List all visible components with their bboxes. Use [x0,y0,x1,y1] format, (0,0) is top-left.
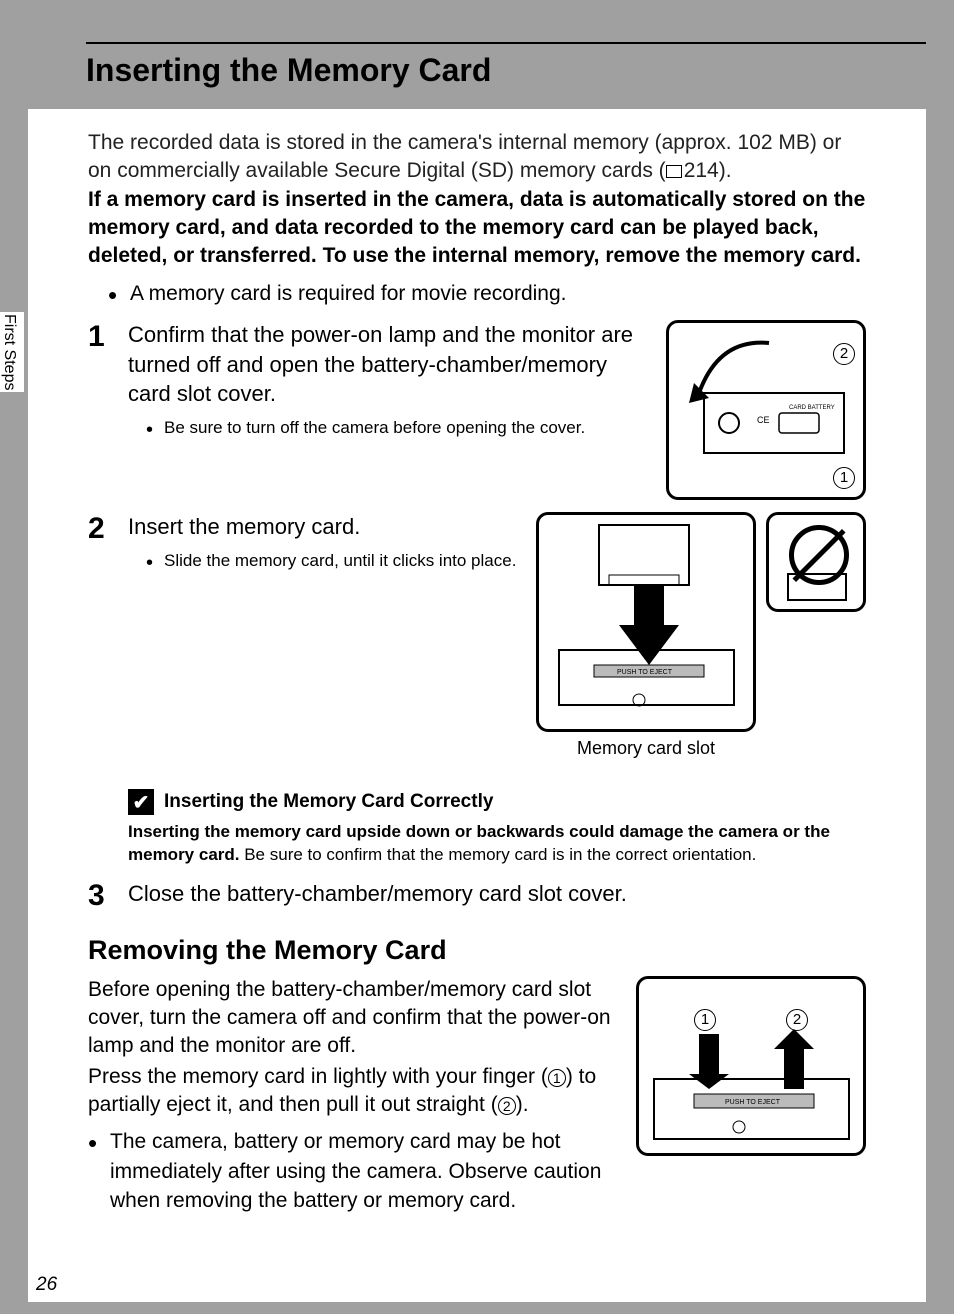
step-number: 2 [88,514,128,544]
intro-bullet-item: A memory card is required for movie reco… [108,279,866,308]
intro-bullet-list: A memory card is required for movie reco… [108,279,866,308]
step-3-title: Close the battery-chamber/memory card sl… [128,879,866,909]
caution-icon: ✔ [128,789,154,815]
step-number: 3 [88,881,128,911]
page-number: 26 [36,1274,57,1296]
step-number: 1 [88,322,128,352]
fig-label-card-battery: CARD BATTERY [789,405,835,411]
page-title: Inserting the Memory Card [86,52,926,89]
manual-page: First Steps Inserting the Memory Card Th… [28,12,926,1302]
step-2-sub: Slide the memory card, until it clicks i… [146,550,518,573]
step-1-title: Confirm that the power-on lamp and the m… [128,320,648,409]
svg-text:CE: CE [757,415,770,425]
intro-paragraph: The recorded data is stored in the camer… [88,129,866,186]
title-band: Inserting the Memory Card [0,12,926,109]
fig-label-push-eject: PUSH TO EJECT [725,1099,781,1106]
removing-bullet: The camera, battery or memory card may b… [88,1127,618,1215]
removing-p1: Before opening the battery-chamber/memor… [88,976,618,1061]
figure-remove-card: 1 2 PUSH TO EJECT [636,976,866,1156]
figure-insert-card: PUSH TO EJECT [536,512,756,732]
section-tab-label: First Steps [0,312,24,392]
removing-heading: Removing the Memory Card [88,935,866,966]
figure-wrong-orientation [766,512,866,612]
intro-bold: If a memory card is inserted in the came… [88,186,866,271]
step-3: 3 Close the battery-chamber/memory card … [88,879,866,917]
inline-callout-1: 1 [548,1069,566,1087]
removing-p2: Press the memory card in lightly with yo… [88,1063,618,1120]
step-2-title: Insert the memory card. [128,512,518,542]
note-block: ✔ Inserting the Memory Card Correctly In… [128,789,866,867]
note-rest-text: Be sure to confirm that the memory card … [240,845,757,864]
page-ref-icon [666,165,682,178]
removing-section: Before opening the battery-chamber/memor… [88,976,866,1226]
step-1-sub: Be sure to turn off the camera before op… [146,417,648,440]
step-2: 2 Insert the memory card. Slide the memo… [88,512,866,759]
figure-battery-cover-open: 2 1 CARD BATTERY CE [666,320,866,500]
intro-page-ref: 214). [684,159,732,182]
note-title: Inserting the Memory Card Correctly [164,791,493,813]
figure-caption-memory-slot: Memory card slot [536,738,756,759]
fig-label-push-eject: PUSH TO EJECT [617,669,673,676]
page-content: The recorded data is stored in the camer… [28,109,926,1226]
inline-callout-2: 2 [498,1097,516,1115]
step-1: 1 Confirm that the power-on lamp and the… [88,320,866,500]
note-body: Inserting the memory card upside down or… [128,821,866,867]
